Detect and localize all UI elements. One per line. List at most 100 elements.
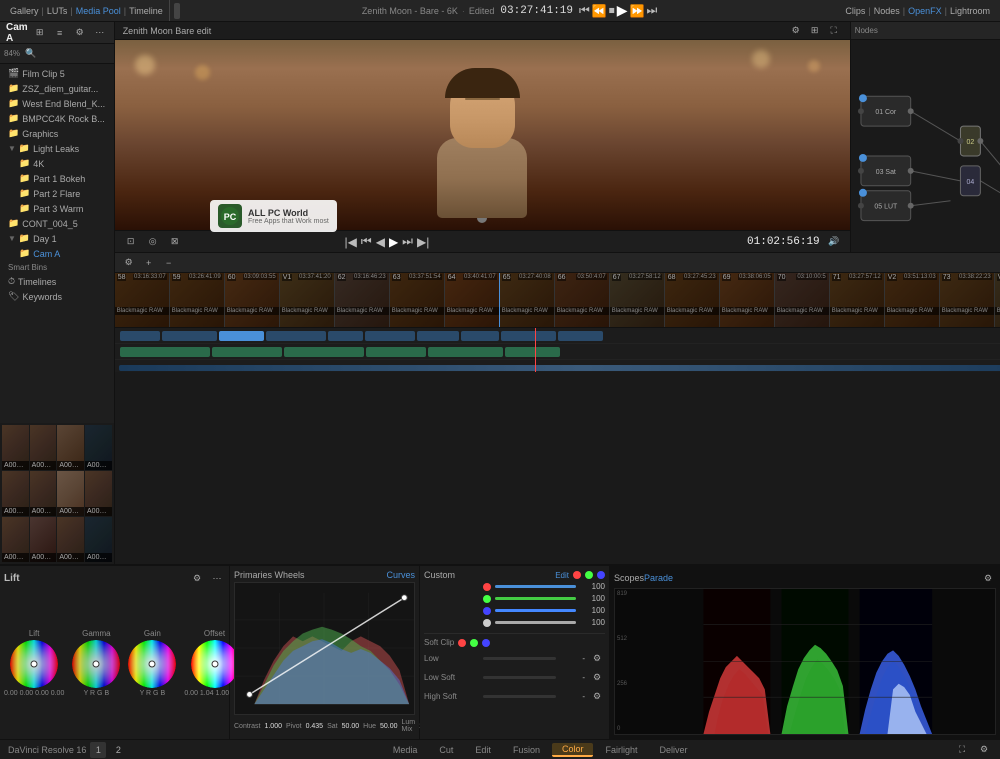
tab-edit[interactable]: Edit: [465, 744, 501, 756]
settings-main-btn[interactable]: ⚙: [976, 742, 992, 758]
tab-fusion[interactable]: Fusion: [503, 744, 550, 756]
timeline-clip-5[interactable]: 63 03:37:51:54 Blackmagic RAW: [390, 273, 445, 327]
timeline-clip-13[interactable]: 71 03:27:57:12 Blackmagic RAW: [830, 273, 885, 327]
timeline-clip-3[interactable]: V1 03:37:41:20 Blackmagic RAW: [280, 273, 335, 327]
high-soft-settings-btn[interactable]: ⚙: [589, 688, 605, 704]
timeline-clip-15[interactable]: 73 03:38:22:23 Blackmagic RAW: [940, 273, 995, 327]
lift-wheel[interactable]: [10, 640, 58, 688]
segment-8[interactable]: [461, 331, 499, 341]
segment-4[interactable]: [266, 331, 326, 341]
audio-btn[interactable]: 🔊: [826, 234, 842, 250]
low-slider[interactable]: [483, 657, 556, 660]
play-fwd-btn[interactable]: ▶: [389, 235, 398, 249]
g-slider-1[interactable]: [495, 597, 576, 600]
gamma-wheel[interactable]: [72, 640, 120, 688]
segment-9[interactable]: [501, 331, 556, 341]
timeline-settings-btn[interactable]: ⚙: [121, 255, 137, 271]
fullscreen-btn[interactable]: ⛶: [954, 742, 970, 758]
timeline-zoom-in-btn[interactable]: +: [141, 255, 157, 271]
low-soft-settings-btn[interactable]: ⚙: [589, 669, 605, 685]
tree-item-day1[interactable]: ▼ 📁 Day 1: [0, 231, 114, 246]
segment-6[interactable]: [365, 331, 415, 341]
media-pool-tab[interactable]: Media Pool: [76, 6, 121, 16]
thumb-9[interactable]: A006_0624B53_C...: [30, 517, 57, 562]
tree-item-bmpcc[interactable]: 📁 BMPCC4K Rock B...: [0, 111, 114, 126]
audio-segment-1[interactable]: [120, 347, 210, 357]
audio-segment-3[interactable]: [284, 347, 364, 357]
timeline-clip-8[interactable]: 66 03:50:4:07 Blackmagic RAW: [555, 273, 610, 327]
thumb-7[interactable]: A006_0624B53_C...: [85, 471, 112, 516]
audio-segment-2[interactable]: [212, 347, 282, 357]
gallery-tab[interactable]: Gallery: [10, 6, 39, 16]
thumb-6[interactable]: A001_0624B53_C...: [57, 471, 84, 516]
gain-wheel[interactable]: [128, 640, 176, 688]
audio-segment-6[interactable]: [505, 347, 560, 357]
timeline-clip-7[interactable]: 65 03:27:40:08 Blackmagic RAW: [500, 273, 555, 327]
safe-area-btn[interactable]: ⊡: [123, 234, 139, 250]
node-canvas[interactable]: 01 Cor 02 03 Sat 04: [851, 40, 1000, 252]
timeline-clip-14[interactable]: V2 03:51:13:03 Blackmagic RAW: [885, 273, 940, 327]
tab-cut[interactable]: Cut: [429, 744, 463, 756]
zoom-fit-btn[interactable]: ⊠: [167, 234, 183, 250]
nodes-tab[interactable]: Nodes: [874, 6, 900, 16]
overlay-btn[interactable]: ◎: [145, 234, 161, 250]
high-soft-slider[interactable]: [483, 695, 556, 698]
offset-wheel[interactable]: [191, 640, 239, 688]
prev-clip-btn[interactable]: ⏮: [361, 234, 372, 249]
curves-label[interactable]: Curves: [386, 570, 415, 580]
settings-btn[interactable]: ⚙: [72, 25, 88, 41]
audio-segment-5[interactable]: [428, 347, 503, 357]
step-back-btn[interactable]: ⏪: [592, 4, 607, 18]
openfx-tab[interactable]: OpenFX: [908, 6, 942, 16]
thumb-3[interactable]: A006_0624C3_C...: [85, 425, 112, 470]
edit-btn[interactable]: Edit: [555, 571, 569, 580]
tree-item-part1[interactable]: 📁 Part 1 Bokeh: [0, 171, 114, 186]
stop-btn[interactable]: ⏹: [609, 3, 615, 18]
segment-5[interactable]: [328, 331, 363, 341]
tab-deliver[interactable]: Deliver: [649, 744, 697, 756]
timeline-clip-4[interactable]: 62 03:16:46:23 Blackmagic RAW: [335, 273, 390, 327]
thumb-0[interactable]: A006_0624B53_C...: [2, 425, 29, 470]
b-slider-1[interactable]: [495, 609, 576, 612]
tree-item-keywords[interactable]: 🏷 Keywords: [0, 289, 114, 304]
page-2-btn[interactable]: 2: [110, 742, 126, 758]
audio-segment-4[interactable]: [366, 347, 426, 357]
thumb-4[interactable]: A006_0624B53_C...: [2, 471, 29, 516]
skip-fwd-btn[interactable]: ⏭: [647, 3, 658, 18]
grid-view-btn[interactable]: ⊞: [32, 25, 48, 41]
low-soft-slider[interactable]: [483, 676, 556, 679]
tree-item-part2[interactable]: 📁 Part 2 Flare: [0, 186, 114, 201]
go-end-btn[interactable]: ▶|: [417, 235, 429, 249]
lightroom-tab[interactable]: Lightroom: [950, 6, 990, 16]
timeline-clip-10[interactable]: 68 03:27:45:23 Blackmagic RAW: [665, 273, 720, 327]
tree-item-part3[interactable]: 📁 Part 3 Warm: [0, 201, 114, 216]
tab-media[interactable]: Media: [383, 744, 428, 756]
timeline-clip-0[interactable]: 58 03:16:33:07 Blackmagic RAW: [115, 273, 170, 327]
tab-color[interactable]: Color: [552, 743, 594, 757]
go-start-btn[interactable]: |◀: [345, 235, 357, 249]
thumb-1[interactable]: A006_0624B53_C...: [30, 425, 57, 470]
tree-item-cama[interactable]: 📁 Cam A: [0, 246, 114, 261]
step-fwd-btn[interactable]: ⏩: [630, 4, 645, 18]
timeline-clip-16[interactable]: V3 03:27:23:17 Blackmagic RAW: [995, 273, 1000, 327]
segment-1[interactable]: [120, 331, 160, 341]
viewer-zoom-btn[interactable]: ⊞: [807, 23, 823, 39]
timeline-zoom-out-btn[interactable]: −: [161, 255, 177, 271]
list-view-btn[interactable]: ≡: [52, 25, 68, 41]
luts-tab[interactable]: LUTs: [47, 6, 68, 16]
scopes-type[interactable]: Parade: [644, 573, 673, 583]
clips-tab[interactable]: Clips: [845, 6, 865, 16]
play-btn[interactable]: ▶: [617, 2, 628, 19]
segment-10[interactable]: [558, 331, 603, 341]
tree-item-filmclip[interactable]: 🎬 Film Clip 5: [0, 66, 114, 81]
timeline-clip-12[interactable]: 70 03:10:00:5 Blackmagic RAW: [775, 273, 830, 327]
next-clip-btn[interactable]: ⏭: [402, 234, 413, 249]
tree-item-lightleaks[interactable]: ▼ 📁 Light Leaks: [0, 141, 114, 156]
timeline-clip-2[interactable]: 60 03:09:03:55 Blackmagic RAW: [225, 273, 280, 327]
tree-item-4k[interactable]: 📁 4K: [0, 156, 114, 171]
segment-7[interactable]: [417, 331, 459, 341]
tree-item-zsz[interactable]: 📁 ZSZ_diem_guitar...: [0, 81, 114, 96]
more-btn[interactable]: ⋯: [92, 25, 108, 41]
timeline-clip-9[interactable]: 67 03:27:58:12 Blackmagic RAW: [610, 273, 665, 327]
viewer-fullscreen-btn[interactable]: ⛶: [826, 23, 842, 39]
